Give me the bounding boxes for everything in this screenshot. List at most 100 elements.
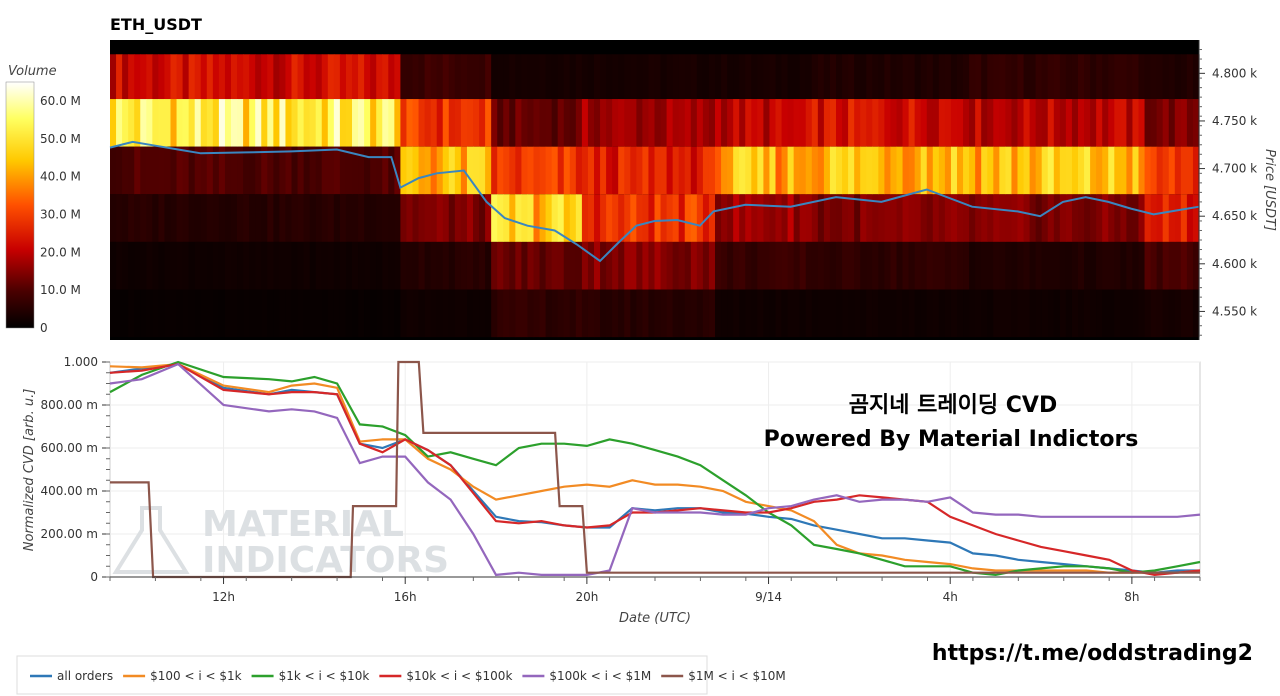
heat-cell [152,194,159,242]
heat-cell [509,289,516,338]
heat-cell [376,241,383,290]
heat-cell [406,99,414,147]
heat-cell [745,241,752,290]
heat-cell [170,99,178,147]
cvd-x-tick-label: 9/14 [755,590,782,604]
heat-cell [606,194,613,242]
heat-cell [218,54,226,100]
heat-cell [303,194,311,242]
heat-cell [176,194,184,242]
heat-cell [799,99,807,147]
heat-cell [902,194,910,242]
heat-cell [424,289,432,338]
heat-cell [176,54,184,100]
heat-cell [987,146,994,195]
heat-cell [1059,54,1067,100]
heat-cell [1180,289,1188,338]
heat-cell [848,241,855,290]
heat-cell [823,289,831,338]
heat-cell [666,241,674,290]
heat-cell [763,194,771,242]
heat-cell [1096,289,1103,338]
cvd-y-tick-label: 600.00 m [41,441,99,455]
heat-cell [630,54,637,100]
heat-cell [600,99,607,147]
heat-cell [152,241,159,290]
heat-cell [412,194,420,242]
heat-cell [848,194,855,242]
heat-cell [805,99,813,147]
heat-cell [975,241,982,290]
heat-cell [1120,194,1127,242]
heat-cell [866,241,873,290]
heat-cell [224,54,232,100]
heat-cell [1150,241,1158,290]
heat-cell [890,99,898,147]
heat-cell [1035,146,1043,195]
heat-cell [630,146,637,195]
heat-cell [884,54,892,100]
heat-cell [866,289,873,338]
heat-cell [339,99,347,147]
heat-cell [128,241,135,290]
heat-cell [1108,99,1115,147]
heat-cell [291,146,299,195]
heat-cell [957,241,964,290]
heat-cell [1174,99,1182,147]
heat-cell [1065,146,1073,195]
heat-cell [539,146,547,195]
heat-cell [1096,146,1103,195]
heat-cell [515,54,522,100]
heat-cell [442,99,450,147]
heat-cell [521,54,529,100]
heat-cell [654,289,662,338]
heat-cell [545,54,553,100]
heat-cell [896,99,904,147]
heat-cell [1186,194,1194,242]
heat-cell [908,241,916,290]
heat-cell [600,54,607,100]
heat-cell [273,241,280,290]
heat-cell [176,289,184,338]
heat-cell [1005,194,1013,242]
heat-cell [255,289,262,338]
heat-cell [128,99,135,147]
heat-cell [829,99,837,147]
heat-cell [811,146,819,195]
heat-cell [799,194,807,242]
heat-cell [291,54,299,100]
heat-cell [727,99,734,147]
heat-cell [708,99,716,147]
heat-cell [987,99,994,147]
heat-cell [842,241,849,290]
heat-cell [757,194,764,242]
heat-cell [1114,289,1121,338]
heat-cell [920,289,928,338]
heat-cell [382,289,389,338]
heat-cell [327,289,335,338]
heat-cell [122,241,129,290]
heat-cell [400,289,408,338]
heat-cell [624,99,631,147]
heat-cell [255,54,262,100]
heat-cell [194,194,202,242]
heat-cell [1023,146,1031,195]
heat-cell [454,194,462,242]
heat-cell [376,99,383,147]
price-tick-label: 4.600 k [1212,257,1257,271]
heat-cell [243,54,250,100]
heat-cell [860,289,867,338]
watermark-line-2: INDICATORS [202,540,449,581]
heat-cell [745,194,752,242]
heat-cell [1138,241,1146,290]
heat-cell [539,289,547,338]
heat-cell [654,146,662,195]
heat-cell [527,146,535,195]
heat-cell [460,241,468,290]
heat-cell [1047,54,1055,100]
heat-cell [842,99,849,147]
heat-cell [1156,99,1164,147]
heat-cell [1174,194,1182,242]
heat-cell [466,289,474,338]
footer-url[interactable]: https://t.me/oddstrading2 [932,641,1253,666]
